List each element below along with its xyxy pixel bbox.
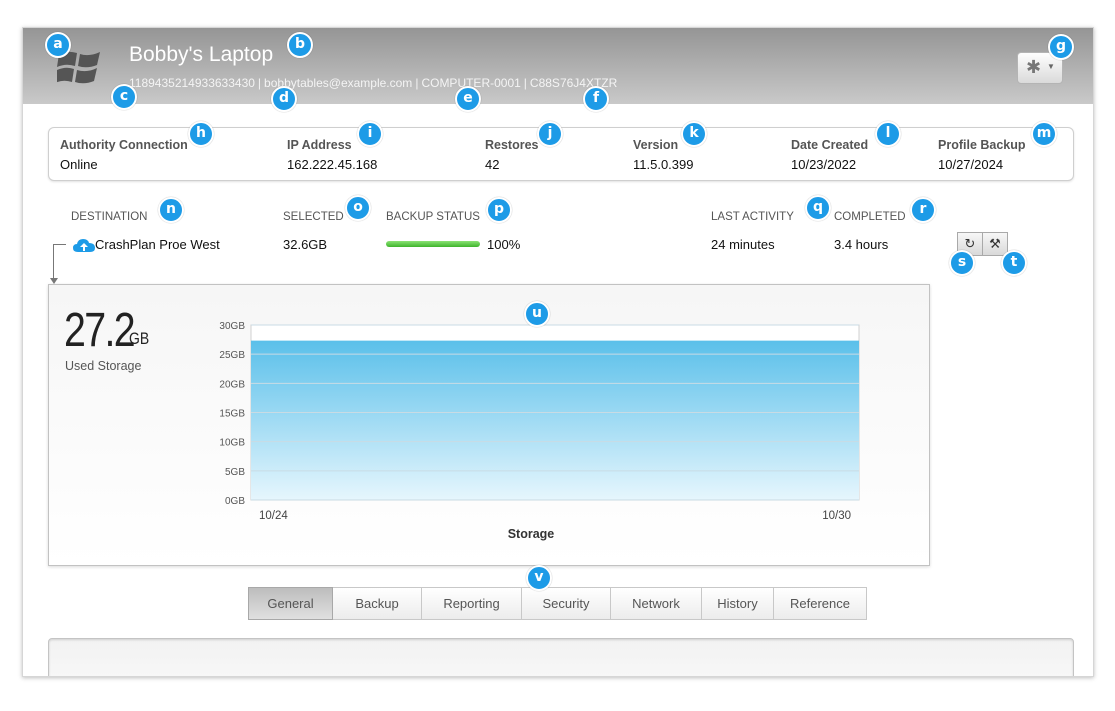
device-code: C88S76J4XTZR xyxy=(529,76,618,90)
annotation-badge-d: d xyxy=(271,86,297,112)
tab-general[interactable]: General xyxy=(248,587,333,620)
annotation-badge-o: o xyxy=(345,195,371,221)
stat-value: 11.5.0.399 xyxy=(633,157,694,172)
meta-separator: | xyxy=(523,76,527,90)
storage-area-series xyxy=(251,341,859,500)
stat-value: 162.222.45.168 xyxy=(287,157,378,172)
storage-chart: 0GB 5GB 10GB 15GB 20GB 25GB 30GB 10/24 10/30 Stor… xyxy=(219,321,860,541)
stat-restores: Restores 42 xyxy=(485,138,539,172)
stat-value: 10/23/2022 xyxy=(791,157,857,172)
meta-separator: | xyxy=(257,76,262,90)
destination-connector-line xyxy=(53,244,66,281)
annotation-badge-c: c xyxy=(111,84,137,110)
y-tick-label: 0GB xyxy=(225,496,245,507)
annotation-badge-k: k xyxy=(681,121,707,147)
selected-header: SELECTED xyxy=(283,211,344,223)
annotation-badge-g: g xyxy=(1048,34,1074,60)
refresh-icon: ↻ xyxy=(964,236,976,251)
backup-progress-bar xyxy=(386,241,480,247)
tab-history[interactable]: History xyxy=(702,587,774,620)
tools-button[interactable]: ⚒ xyxy=(982,232,1008,256)
annotation-badge-m: m xyxy=(1031,121,1057,147)
stat-date-created: Date Created 10/23/2022 xyxy=(791,138,868,172)
device-header: Bobby's Laptop 1189435214933633430 | bobby… xyxy=(23,28,1093,104)
caret-down-icon: ▼ xyxy=(1047,62,1055,71)
x-tick-label: 10/24 xyxy=(259,510,288,522)
y-tick-label: 30GB xyxy=(219,321,245,332)
annotation-badge-v: v xyxy=(526,565,552,591)
meta-separator: | xyxy=(415,76,419,90)
annotation-badge-b: b xyxy=(287,32,313,58)
tab-security[interactable]: Security xyxy=(522,587,611,620)
device-name: Bobby's Laptop xyxy=(129,43,274,66)
annotation-badge-p: p xyxy=(486,197,512,223)
backup-progress-fill xyxy=(386,241,480,247)
annotation-badge-n: n xyxy=(158,197,184,223)
storage-chart-panel: 27.2 GB Used Storage 0GB 5GB 10GB 15GB 20GB 2… xyxy=(48,284,930,566)
annotation-badge-t: t xyxy=(1001,250,1027,276)
stat-label: Restores xyxy=(485,138,539,152)
stat-value: 42 xyxy=(485,157,500,172)
completed-value: 3.4 hours xyxy=(834,237,889,252)
stat-authority-connection: Authority Connection Online xyxy=(60,138,188,172)
annotation-badge-e: e xyxy=(455,86,481,112)
gear-icon: ✱ xyxy=(1026,57,1042,77)
device-guid: 1189435214933633430 xyxy=(129,76,255,90)
destination-header: DESTINATION xyxy=(71,211,148,223)
device-tabs: General Backup Reporting Security Network His… xyxy=(248,587,867,620)
last-activity-header: LAST ACTIVITY xyxy=(711,211,794,223)
annotation-badge-h: h xyxy=(188,121,214,147)
annotation-badge-i: i xyxy=(357,121,383,147)
last-activity-value: 24 minutes xyxy=(711,237,775,252)
stat-label: Authority Connection xyxy=(60,138,188,152)
annotation-badge-r: r xyxy=(910,197,936,223)
annotation-badge-l: l xyxy=(875,121,901,147)
y-tick-label: 10GB xyxy=(219,438,245,449)
selected-size: 32.6GB xyxy=(283,237,328,252)
y-tick-label: 5GB xyxy=(225,467,245,478)
annotation-badge-q: q xyxy=(805,195,831,221)
backup-percent: 100% xyxy=(487,237,521,252)
stat-value: 10/27/2024 xyxy=(938,157,1004,172)
completed-header: COMPLETED xyxy=(834,211,906,223)
destination-name-link[interactable]: CrashPlan Proe West xyxy=(95,237,220,252)
tab-content-panel xyxy=(48,638,1074,676)
tab-network[interactable]: Network xyxy=(611,587,702,620)
annotation-badge-s: s xyxy=(949,250,975,276)
y-tick-label: 15GB xyxy=(219,409,245,420)
annotation-badge-a: a xyxy=(45,32,71,58)
stat-value: Online xyxy=(60,157,98,172)
annotation-badge-u: u xyxy=(524,301,550,327)
stat-profile-backup: Profile Backup 10/27/2024 xyxy=(938,138,1026,172)
tab-reporting[interactable]: Reporting xyxy=(422,587,522,620)
annotation-badge-j: j xyxy=(537,121,563,147)
tab-reference[interactable]: Reference xyxy=(774,587,867,620)
tab-backup[interactable]: Backup xyxy=(333,587,422,620)
x-tick-label: 10/30 xyxy=(822,510,851,522)
annotation-badge-f: f xyxy=(583,86,609,112)
stat-label: Profile Backup xyxy=(938,138,1026,152)
y-tick-label: 20GB xyxy=(219,379,245,390)
stat-label: Date Created xyxy=(791,138,869,152)
x-axis-label: Storage xyxy=(508,527,555,541)
y-tick-label: 25GB xyxy=(219,350,245,361)
backup-status-header: BACKUP STATUS xyxy=(386,211,480,223)
wrench-icon: ⚒ xyxy=(989,236,1001,251)
cloud-upload-icon xyxy=(73,239,95,252)
device-meta: 1189435214933633430 | bobbytables@example.… xyxy=(129,76,617,90)
